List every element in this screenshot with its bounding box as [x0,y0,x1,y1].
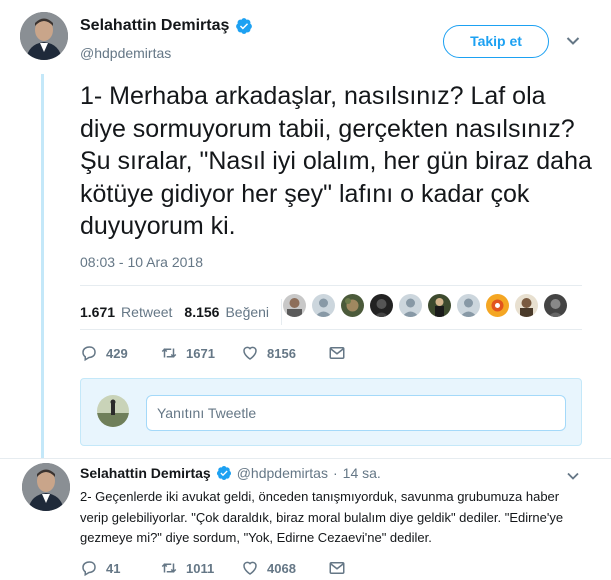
author-handle[interactable]: @hdpdemirtas [80,45,171,61]
liker-avatar[interactable] [370,294,393,317]
author-handle[interactable]: @hdpdemirtas [237,465,328,481]
engagement-stats: 1.671 Retweet 8.156 Beğeni [80,299,288,325]
reply-action[interactable]: 41 [80,559,160,577]
chevron-down-icon[interactable] [567,472,579,480]
liker-avatar[interactable] [428,294,451,317]
chevron-down-icon[interactable] [566,36,580,46]
like-total[interactable]: 8.156 [184,304,219,320]
like-action[interactable]: 4068 [241,559,328,577]
reply-action[interactable]: 429 [80,344,160,362]
retweet-total[interactable]: 1.671 [80,304,115,320]
like-count: 8156 [267,345,296,361]
stats-separator [281,299,283,325]
retweet-total-label[interactable]: Retweet [121,304,172,320]
author-avatar[interactable] [22,463,70,511]
reply-icon [82,346,96,362]
author-display-name[interactable]: Selahattin Demirtaş [80,465,211,481]
retweet-icon [161,563,177,573]
reply-input[interactable]: Yanıtını Tweetle [146,395,566,431]
direct-message-action[interactable] [328,344,346,362]
thread-connector-line [41,74,44,458]
liker-avatar[interactable] [399,294,422,317]
retweet-count: 1011 [186,560,215,576]
heart-icon [243,561,257,575]
retweet-action[interactable]: 1671 [160,344,241,362]
retweet-count: 1671 [186,345,215,361]
tweet-timestamp[interactable]: 08:03 - 10 Ara 2018 [80,254,203,270]
author-display-name[interactable]: Selahattin Demirtaş [80,17,229,35]
reply-count: 41 [106,560,121,576]
like-total-label[interactable]: Beğeni [225,304,269,320]
reply-icon [82,561,96,577]
divider [0,458,611,459]
tweet-text: 2- Geçenlerde iki avukat geldi, önceden … [80,489,564,545]
liker-avatar[interactable] [544,294,567,317]
reply-box: Yanıtını Tweetle [80,378,582,446]
divider [80,329,582,330]
verified-badge-icon [236,18,253,34]
reply-count: 429 [106,345,128,361]
author-avatar[interactable] [20,12,68,60]
likers-avatars [283,294,567,317]
tweet-actions: 41 1011 4068 [80,559,346,577]
follow-button[interactable]: Takip et [443,25,549,58]
tweet-relative-time[interactable]: 14 sa. [343,465,381,481]
retweet-icon [161,348,177,358]
message-icon [329,562,345,574]
divider [80,285,582,286]
like-action[interactable]: 8156 [241,344,328,362]
separator-dot: · [332,465,338,481]
liker-avatar[interactable] [457,294,480,317]
message-icon [329,347,345,359]
tweet-actions: 429 1671 8156 [80,344,346,362]
liker-avatar[interactable] [515,294,538,317]
tweet-text: 1- Merhaba arkadaşlar, nasılsınız? Laf o… [80,82,592,240]
liker-avatar[interactable] [341,294,364,317]
like-count: 4068 [267,560,296,576]
current-user-avatar [97,395,129,427]
liker-avatar[interactable] [312,294,335,317]
heart-icon [243,346,257,360]
liker-avatar[interactable] [283,294,306,317]
verified-badge-icon [216,466,231,480]
direct-message-action[interactable] [328,559,346,577]
retweet-action[interactable]: 1011 [160,559,241,577]
liker-avatar[interactable] [486,294,509,317]
